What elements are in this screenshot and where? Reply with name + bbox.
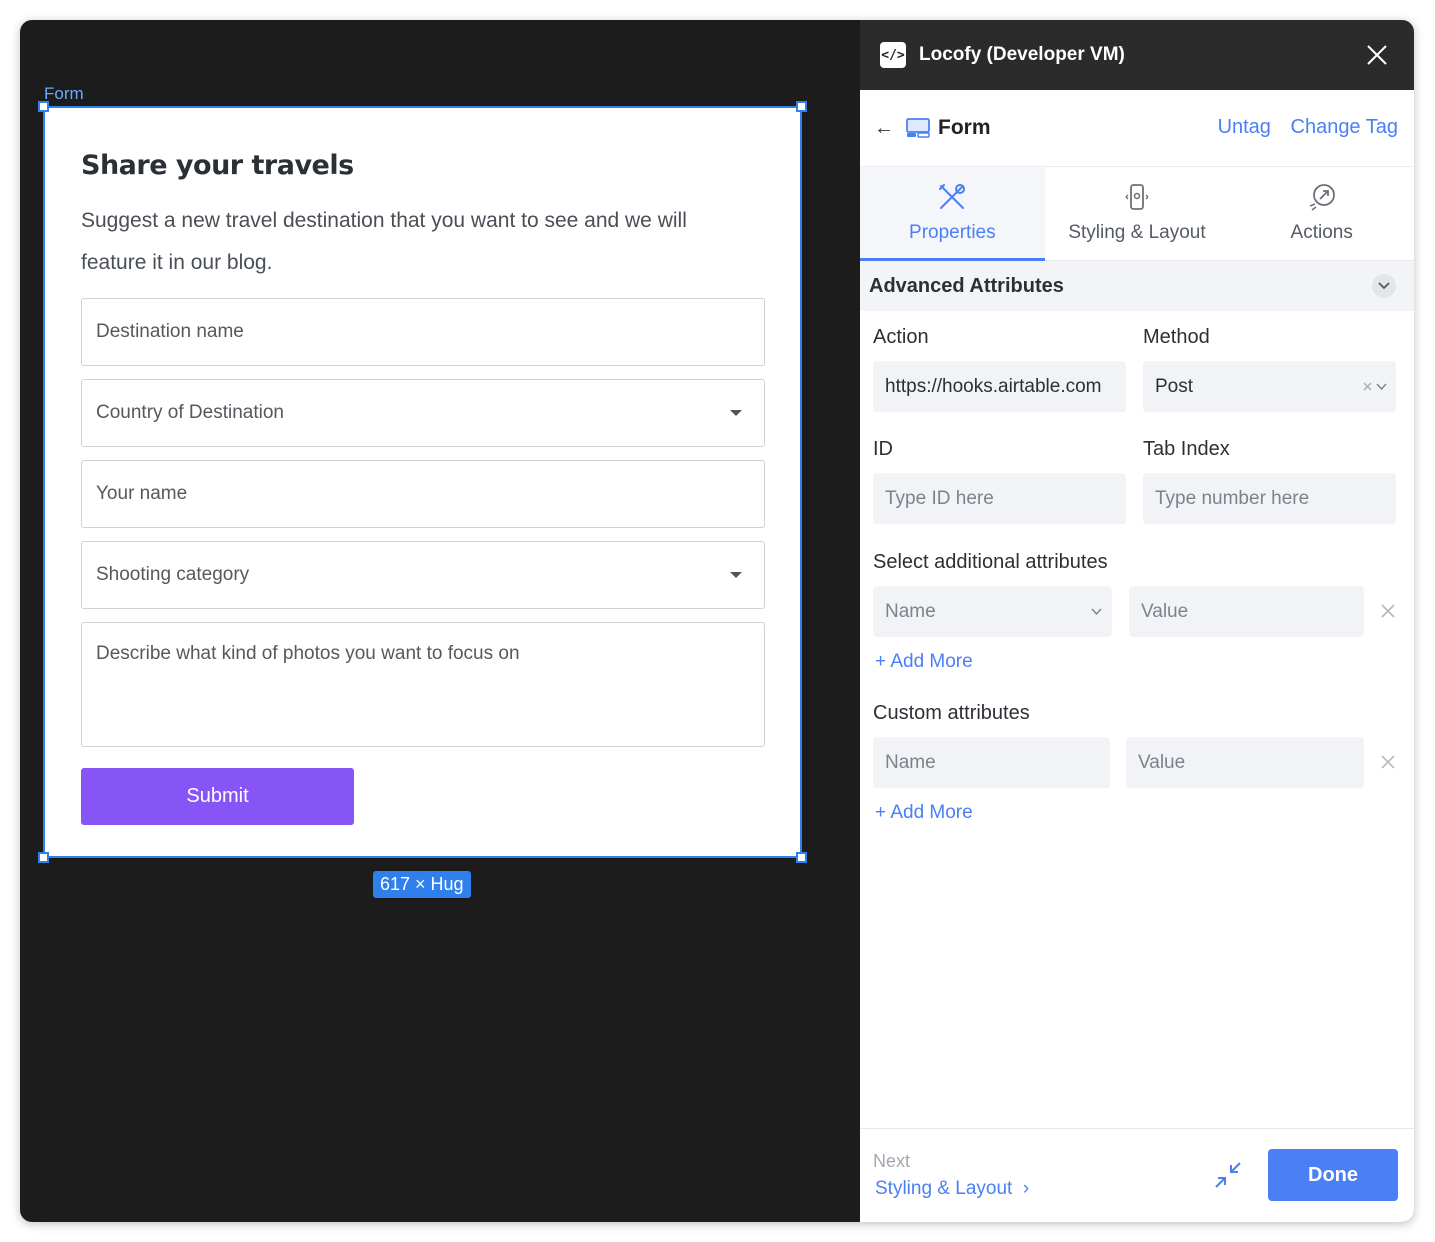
section-title: Advanced Attributes <box>869 274 1064 297</box>
custom-attr-name-input[interactable]: Name <box>873 737 1110 788</box>
tab-index-input[interactable]: Type number here <box>1143 473 1396 524</box>
panel-titlebar: </> Locofy (Developer VM) <box>860 20 1414 90</box>
next-step-label: Styling & Layout <box>875 1178 1013 1199</box>
pointer-target-icon <box>1309 184 1335 211</box>
submit-button[interactable]: Submit <box>81 768 354 825</box>
chevron-right-icon: › <box>1017 1178 1030 1199</box>
tab-label: Properties <box>909 222 996 243</box>
additional-attributes-label: Select additional attributes <box>873 551 1108 573</box>
remove-attribute-icon[interactable] <box>1380 603 1396 619</box>
value-placeholder: Value <box>1138 751 1186 773</box>
caret-down-icon <box>730 572 742 578</box>
method-value: Post <box>1155 375 1194 397</box>
tab-label: Actions <box>1290 222 1353 243</box>
next-label: Next <box>873 1151 911 1171</box>
field-placeholder: Destination name <box>96 321 244 342</box>
panel-title: Locofy (Developer VM) <box>919 44 1125 65</box>
locofy-logo-icon: </> <box>880 42 906 68</box>
shooting-category-select[interactable]: Shooting category <box>81 541 765 609</box>
panel-tabs: Properties Styling & Layout Actions <box>860 167 1414 261</box>
method-select[interactable]: Post <box>1143 361 1396 412</box>
add-more-custom-link[interactable]: + Add More <box>875 802 973 824</box>
frame-label[interactable]: Form <box>44 84 84 104</box>
chevron-down-icon <box>1091 608 1102 616</box>
tab-styling-layout[interactable]: Styling & Layout <box>1045 167 1230 260</box>
value-placeholder: Value <box>1141 600 1189 622</box>
app-window: Form Share your travels Suggest a new tr… <box>20 20 1414 1222</box>
tab-index-label: Tab Index <box>1143 438 1230 460</box>
locofy-panel: </> Locofy (Developer VM) ← Form Untag C… <box>860 20 1414 1222</box>
field-placeholder: Shooting category <box>96 564 250 585</box>
caret-down-icon <box>730 410 742 416</box>
tab-label: Styling & Layout <box>1068 222 1206 243</box>
size-badge: 617 × Hug <box>373 871 471 898</box>
device-icon <box>1125 184 1149 210</box>
field-placeholder: Describe what kind of photos you want to… <box>96 643 520 664</box>
form-description: Suggest a new travel destination that yo… <box>81 209 687 274</box>
next-step-link[interactable]: Styling & Layout › <box>875 1178 1029 1200</box>
method-label: Method <box>1143 326 1210 348</box>
chevron-down-icon[interactable] <box>1376 383 1387 391</box>
resize-handle-top-left[interactable] <box>38 101 49 112</box>
photos-description-textarea[interactable]: Describe what kind of photos you want to… <box>81 622 765 747</box>
remove-attribute-icon[interactable] <box>1380 754 1396 770</box>
add-more-additional-link[interactable]: + Add More <box>875 651 973 673</box>
additional-attr-name-select[interactable]: Name <box>873 586 1112 637</box>
name-placeholder: Name <box>885 600 936 622</box>
panel-footer: Next Styling & Layout › Done <box>860 1128 1414 1222</box>
form-frame[interactable]: Share your travels Suggest a new travel … <box>38 101 807 863</box>
action-input[interactable]: https://hooks.airtable.com <box>873 361 1126 412</box>
additional-attr-value-input[interactable]: Value <box>1129 586 1364 637</box>
back-arrow-icon[interactable]: ← <box>874 117 894 140</box>
tools-icon <box>939 184 966 209</box>
field-placeholder: Your name <box>96 483 188 504</box>
chevron-down-icon[interactable] <box>1372 274 1396 298</box>
action-value: https://hooks.airtable.com <box>885 375 1102 397</box>
change-tag-link[interactable]: Change Tag <box>1291 116 1399 138</box>
tag-row: ← Form Untag Change Tag <box>860 90 1414 167</box>
action-label: Action <box>873 326 929 348</box>
resize-handle-bottom-left[interactable] <box>38 852 49 863</box>
destination-name-field[interactable]: Destination name <box>81 298 765 366</box>
name-placeholder: Name <box>885 751 936 773</box>
untag-link[interactable]: Untag <box>1218 116 1271 138</box>
resize-handle-top-right[interactable] <box>796 101 807 112</box>
id-input[interactable]: Type ID here <box>873 473 1126 524</box>
resize-handle-bottom-right[interactable] <box>796 852 807 863</box>
done-button[interactable]: Done <box>1268 1149 1398 1201</box>
tag-name: Form <box>938 116 991 139</box>
tab-index-placeholder: Type number here <box>1155 487 1310 509</box>
custom-attributes-label: Custom attributes <box>873 702 1030 724</box>
field-placeholder: Country of Destination <box>96 402 284 423</box>
custom-attr-value-input[interactable]: Value <box>1126 737 1364 788</box>
your-name-field[interactable]: Your name <box>81 460 765 528</box>
tab-properties[interactable]: Properties <box>860 167 1045 261</box>
country-select[interactable]: Country of Destination <box>81 379 765 447</box>
form-title: Share your travels <box>81 150 354 181</box>
form-component-icon <box>906 118 930 138</box>
collapse-icon[interactable] <box>1212 1159 1244 1191</box>
close-icon[interactable] <box>1366 44 1388 66</box>
advanced-attributes-header[interactable]: Advanced Attributes <box>860 261 1414 311</box>
id-placeholder: Type ID here <box>885 487 994 509</box>
clear-icon[interactable] <box>1363 382 1372 391</box>
id-label: ID <box>873 438 893 460</box>
tab-actions[interactable]: Actions <box>1229 167 1414 260</box>
